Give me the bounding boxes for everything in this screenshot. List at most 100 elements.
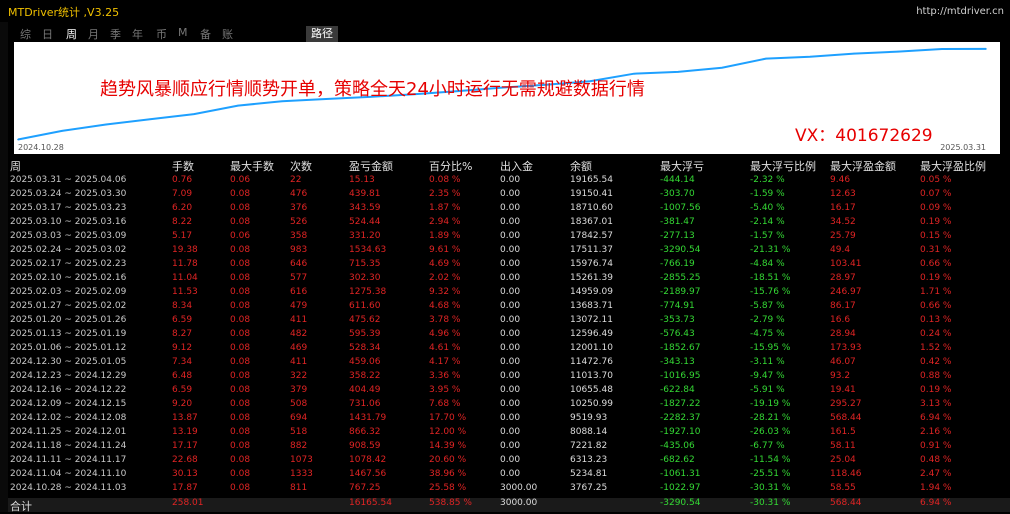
table-row[interactable]: 2025.03.24 ~ 2025.03.30 7.09 0.08 476 439.81… [8,189,1010,203]
tab-2[interactable]: 周 [66,26,77,42]
column-header[interactable]: 次数 [290,158,312,174]
column-header[interactable]: 余额 [570,158,592,174]
equity-point [237,104,239,107]
table-cell: 13683.71 [570,301,613,311]
table-cell: 5.17 [172,231,193,241]
table-cell: -21.31 % [750,245,791,255]
table-cell: 8.34 [172,301,193,311]
table-cell: 5234.81 [570,469,608,479]
table-row[interactable]: 2024.12.23 ~ 2024.12.29 6.48 0.08 322 358.22… [8,371,1010,385]
column-header[interactable]: 最大浮亏 [660,158,704,174]
table-cell: 767.25 [349,483,381,493]
table-cell: 0.00 [500,455,521,465]
table-cell: 0.00 [500,259,521,269]
table-row[interactable]: 2025.02.24 ~ 2025.03.02 19.38 0.08 983 1534.… [8,245,1010,259]
table-row[interactable]: 2025.01.20 ~ 2025.01.26 6.59 0.08 411 475.62… [8,315,1010,329]
table-row[interactable]: 2025.03.17 ~ 2025.03.23 6.20 0.08 376 343.59… [8,203,1010,217]
table-cell: 528.34 [349,343,381,353]
table-row[interactable]: 2025.03.10 ~ 2025.03.16 8.22 0.08 526 524.44… [8,217,1010,231]
table-cell: 0.48 % [920,455,952,465]
table-cell: 0.08 [230,301,251,311]
table-row[interactable]: 2024.10.28 ~ 2024.11.03 17.87 0.08 811 767.2… [8,483,1010,497]
table-cell: -774.91 [660,301,695,311]
table-row[interactable]: 2024.12.30 ~ 2025.01.05 7.34 0.08 411 459.06… [8,357,1010,371]
column-header[interactable]: 最大浮亏比例 [750,158,816,174]
total-cell: 6.94 % [920,498,952,508]
table-cell: 2.94 % [429,217,461,227]
table-row[interactable]: 2024.12.02 ~ 2024.12.08 13.87 0.08 694 1431.… [8,413,1010,427]
table-cell: 479 [290,301,308,311]
table-row[interactable]: 2025.01.13 ~ 2025.01.19 8.27 0.08 482 595.39… [8,329,1010,343]
tab-4[interactable]: 季 [110,26,121,42]
table-cell: -2.32 % [750,175,785,185]
tab-6[interactable]: 币 [156,26,167,42]
table-row[interactable]: 2025.02.10 ~ 2025.02.16 11.04 0.08 577 302.3… [8,273,1010,287]
table-cell: 0.08 [230,343,251,353]
table-cell: 30.13 [172,469,198,479]
table-row[interactable]: 2025.01.06 ~ 2025.01.12 9.12 0.08 469 528.34… [8,343,1010,357]
table-cell: 694 [290,413,308,423]
column-header[interactable]: 周 [10,158,21,174]
table-cell: 0.00 [500,315,521,325]
tab-8[interactable]: 备 [200,26,211,42]
table-cell: -576.43 [660,329,695,339]
table-cell: 595.39 [349,329,381,339]
table-row[interactable]: 2024.11.11 ~ 2024.11.17 22.68 0.08 1073 1078… [8,455,1010,469]
tab-0[interactable]: 综 [20,26,31,42]
table-cell: -6.77 % [750,441,785,451]
website-url[interactable]: http://mtdriver.cn [916,6,1004,17]
table-cell: 4.68 % [429,301,461,311]
tab-5[interactable]: 年 [132,26,143,42]
table-cell: -28.21 % [750,413,791,423]
table-cell: 9519.93 [570,413,608,423]
table-row[interactable]: 2024.11.25 ~ 2024.12.01 13.19 0.08 518 866.3… [8,427,1010,441]
tab-7[interactable]: M [178,26,188,39]
tab-1[interactable]: 日 [42,26,53,42]
table-cell: 411 [290,357,308,367]
table-cell: 475.62 [349,315,381,325]
table-row[interactable]: 2024.11.04 ~ 2024.11.10 30.13 0.08 1333 1467… [8,469,1010,483]
equity-point [765,57,767,60]
table-row[interactable]: 2025.02.03 ~ 2025.02.09 11.53 0.08 616 1275.… [8,287,1010,301]
table-cell: 358.22 [349,371,381,381]
table-cell: 3.78 % [429,315,461,325]
table-cell: 476 [290,189,308,199]
table-cell: 4.17 % [429,357,461,367]
table-cell: -5.91 % [750,385,785,395]
table-cell: 0.00 [500,343,521,353]
table-row[interactable]: 2024.12.09 ~ 2024.12.15 9.20 0.08 508 731.06… [8,399,1010,413]
table-cell: 1.71 % [920,287,952,297]
table-cell: 2.02 % [429,273,461,283]
column-header[interactable]: 最大浮盈金额 [830,158,896,174]
table-row[interactable]: 2024.12.16 ~ 2024.12.22 6.59 0.08 379 404.49… [8,385,1010,399]
table-cell: -30.31 % [750,483,791,493]
table-cell: 715.35 [349,259,381,269]
table-cell: -5.87 % [750,301,785,311]
table-cell: 3000.00 [500,483,538,493]
table-cell: 46.07 [830,357,856,367]
column-header[interactable]: 出入金 [500,158,533,174]
table-row[interactable]: 2025.03.03 ~ 2025.03.09 5.17 0.06 358 331.20… [8,231,1010,245]
column-header[interactable]: 最大手数 [230,158,274,174]
column-header[interactable]: 百分比% [429,158,472,174]
table-cell: 7.34 [172,357,193,367]
route-button[interactable]: 路径 [306,26,338,42]
tab-3[interactable]: 月 [88,26,99,42]
table-row[interactable]: 2025.02.17 ~ 2025.02.23 11.78 0.08 646 715.3… [8,259,1010,273]
table-cell: 0.08 [230,441,251,451]
table-cell: 1.94 % [920,483,952,493]
column-header[interactable]: 盈亏金额 [349,158,393,174]
table-cell: 0.08 [230,259,251,269]
table-cell: 11472.76 [570,357,613,367]
column-header[interactable]: 手数 [172,158,194,174]
equity-point [193,113,195,115]
table-cell: 866.32 [349,427,381,437]
table-cell: 17511.37 [570,245,613,255]
column-header[interactable]: 最大浮盈比例 [920,158,986,174]
table-row[interactable]: 2024.11.18 ~ 2024.11.24 17.17 0.08 882 908.5… [8,441,1010,455]
table-row[interactable]: 2025.03.31 ~ 2025.04.06 0.76 0.06 22 15.13 0.… [8,175,1010,189]
total-cell: -30.31 % [750,498,791,508]
table-cell: 983 [290,245,308,255]
table-cell: 28.97 [830,273,856,283]
table-row[interactable]: 2025.01.27 ~ 2025.02.02 8.34 0.08 479 611.60… [8,301,1010,315]
